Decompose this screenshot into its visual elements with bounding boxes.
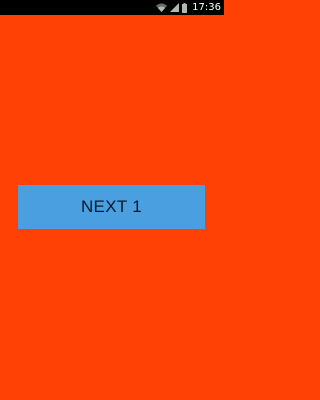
status-time: 17:36 (192, 2, 221, 13)
signal-icon (170, 3, 180, 12)
main-screen: NEXT 1 (0, 15, 224, 400)
battery-icon (182, 2, 188, 13)
next-button[interactable]: NEXT 1 (18, 185, 205, 229)
wifi-icon (156, 3, 168, 12)
status-bar: 17:36 (0, 0, 224, 15)
